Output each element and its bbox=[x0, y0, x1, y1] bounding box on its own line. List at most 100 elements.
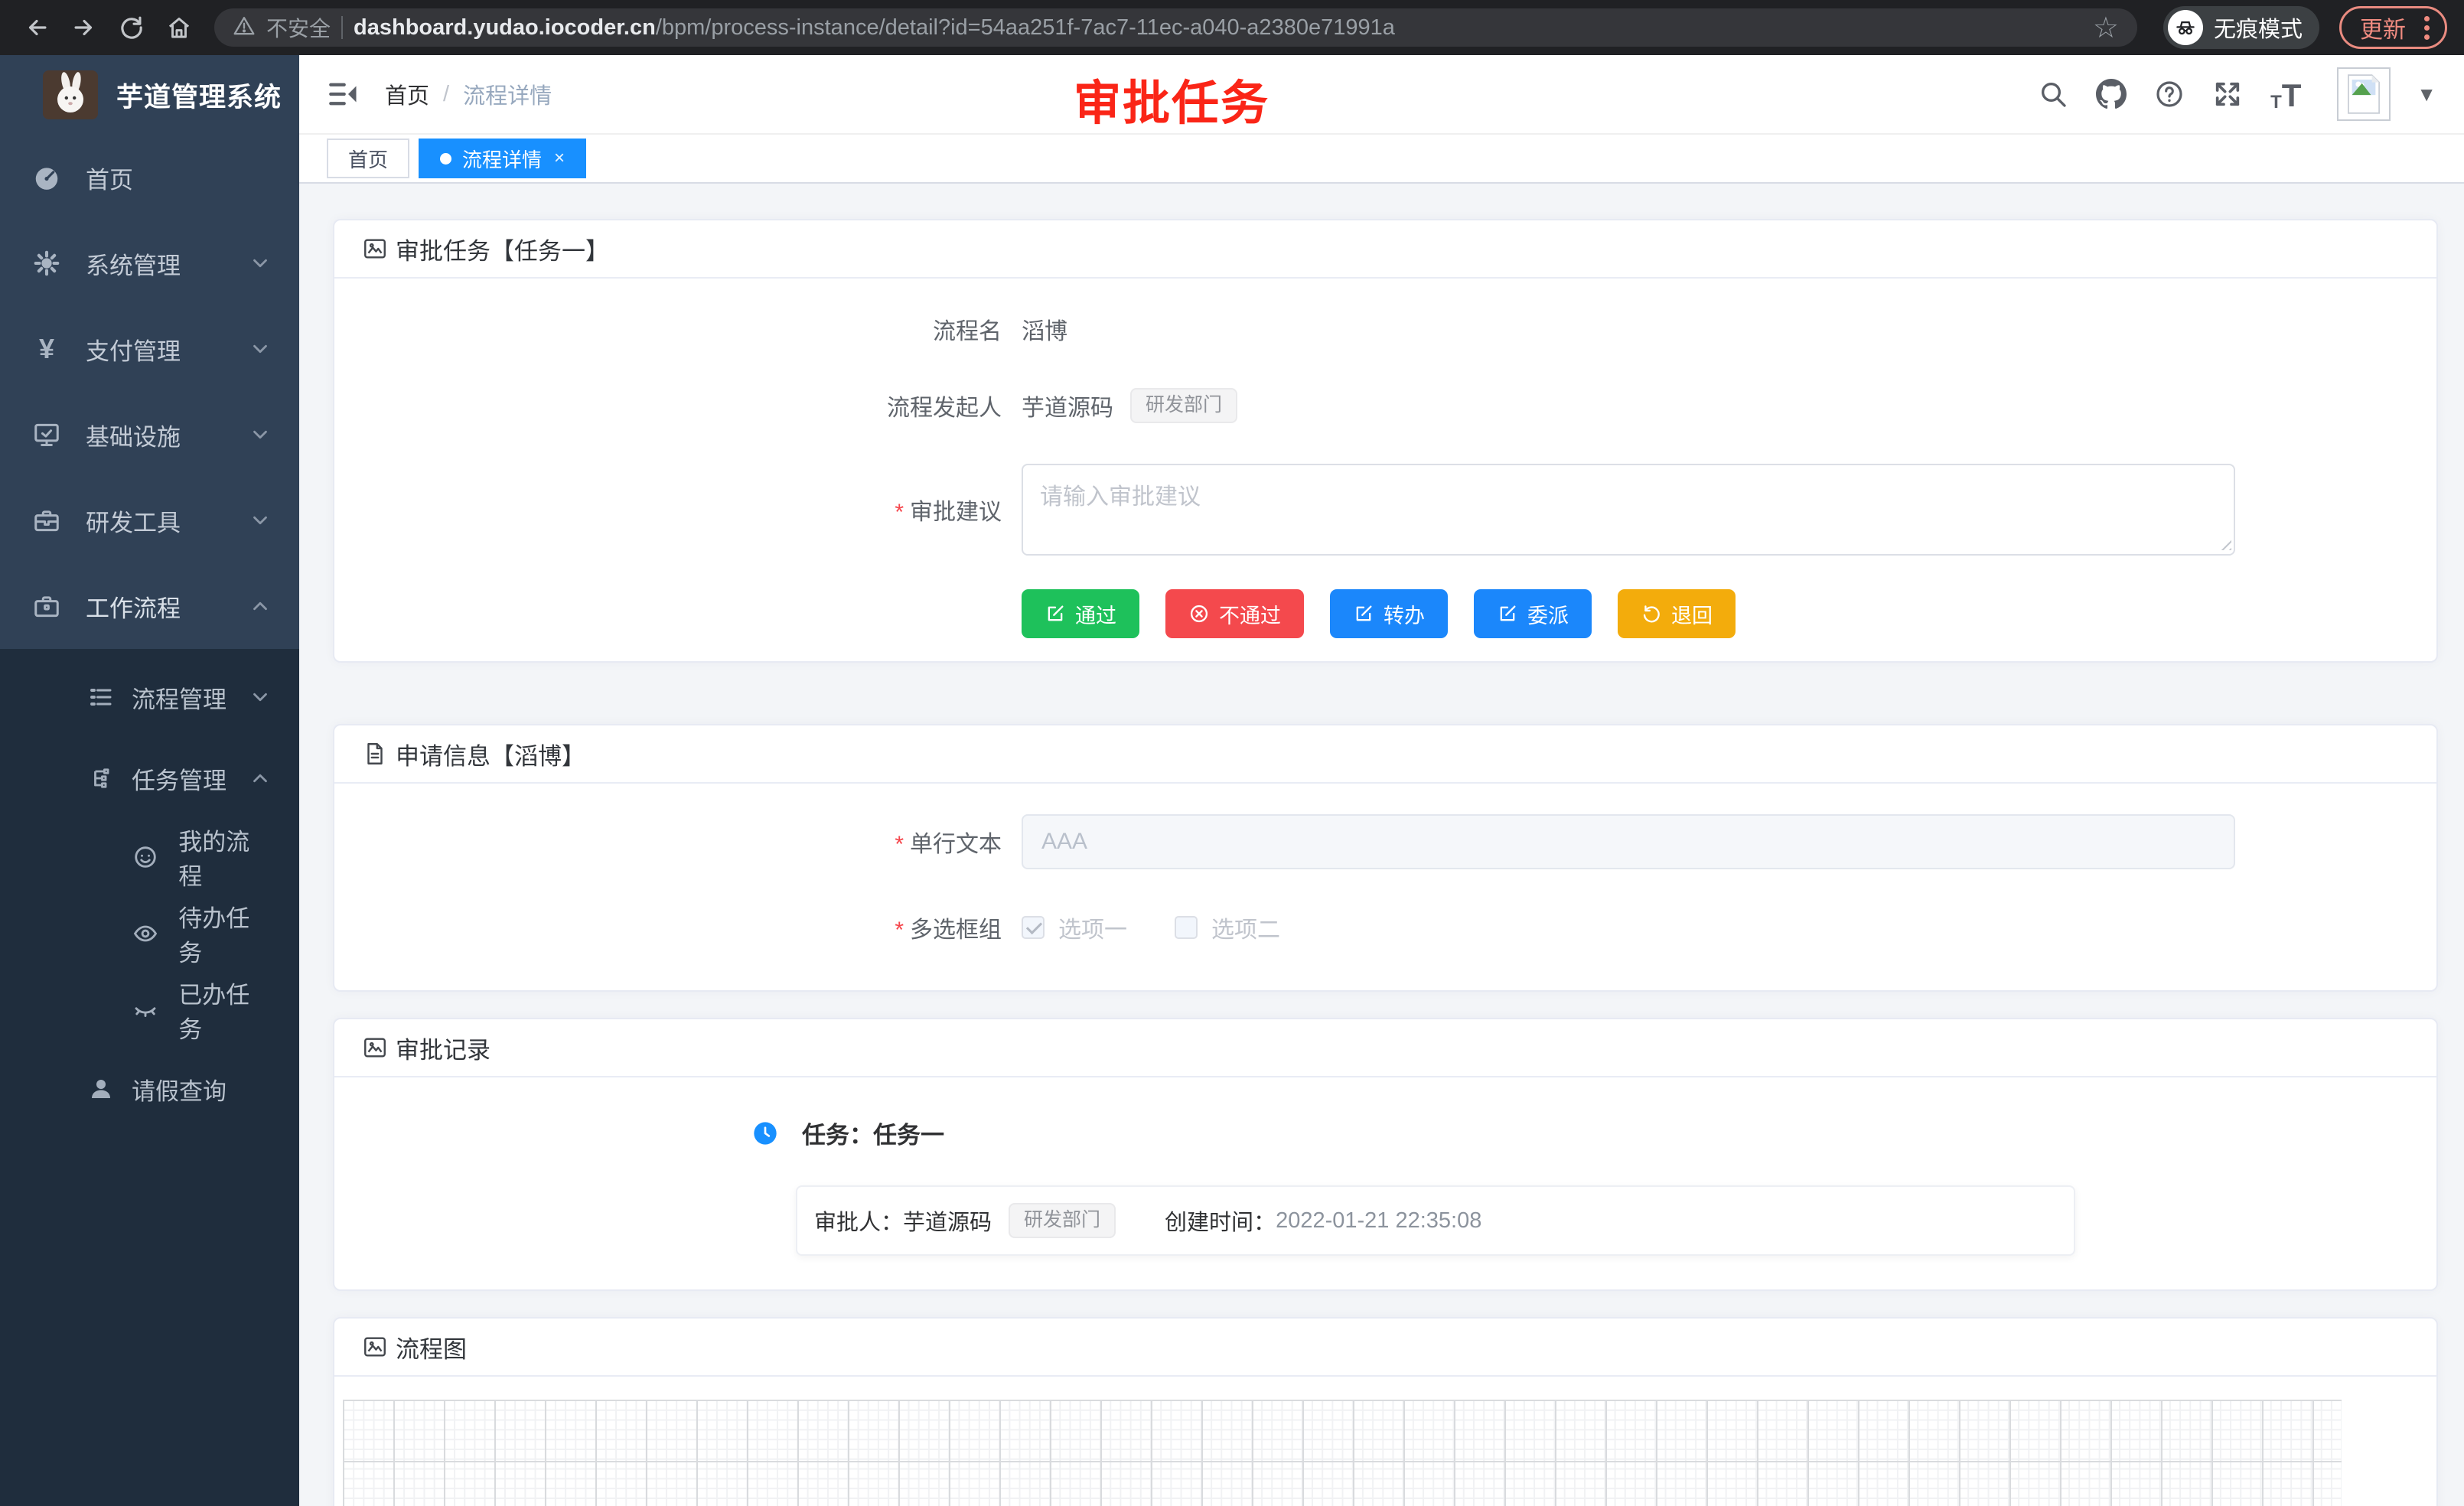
browser-home-icon[interactable] bbox=[159, 8, 199, 47]
app-title: 芋道管理系统 bbox=[116, 76, 282, 115]
briefcase-icon bbox=[31, 590, 63, 622]
required-asterisk: * bbox=[895, 832, 904, 857]
sidebar-item-infra[interactable]: 基础设施 bbox=[0, 392, 299, 478]
subtree-icon bbox=[86, 763, 116, 794]
incognito-icon bbox=[2168, 10, 2203, 45]
sidebar-item-devtools[interactable]: 研发工具 bbox=[0, 478, 299, 563]
chevron-down-icon bbox=[249, 686, 272, 709]
browser-back-icon[interactable] bbox=[17, 8, 57, 47]
sidebar-item-task-management[interactable]: 任务管理 bbox=[0, 738, 299, 819]
approval-task-card-header: 审批任务【任务一】 bbox=[334, 220, 2436, 279]
active-tab-dot bbox=[440, 153, 451, 165]
initiator-value: 芋道源码 bbox=[1022, 389, 1113, 422]
undo-icon bbox=[1641, 603, 1662, 624]
chevron-up-icon bbox=[249, 767, 272, 790]
breadcrumb-current: 流程详情 bbox=[463, 78, 552, 110]
circle-close-icon bbox=[1188, 603, 1210, 624]
process-diagram-card-header: 流程图 bbox=[334, 1319, 2436, 1377]
create-time-label: 创建时间： bbox=[1165, 1204, 1276, 1237]
checkbox-group-label: *多选框组 bbox=[334, 911, 1022, 944]
sidebar-item-todo-tasks[interactable]: 待办任务 bbox=[0, 895, 299, 972]
document-icon bbox=[362, 741, 388, 767]
sidebar-item-home[interactable]: 首页 bbox=[0, 135, 299, 220]
url-divider bbox=[341, 16, 343, 39]
github-icon[interactable] bbox=[2094, 77, 2129, 112]
browser-forward-icon[interactable] bbox=[64, 8, 104, 47]
list-icon bbox=[86, 682, 116, 712]
apply-info-card: 申请信息【滔博】 *单行文本 *多选框组 选项一 bbox=[333, 724, 2438, 992]
initiator-dept-tag: 研发部门 bbox=[1130, 388, 1237, 423]
apply-card-title: 申请信息【滔博】 bbox=[396, 737, 585, 771]
transfer-button[interactable]: 转办 bbox=[1330, 589, 1448, 638]
browser-update-button[interactable]: 更新 bbox=[2339, 6, 2447, 49]
approval-record-card-header: 审批记录 bbox=[334, 1019, 2436, 1077]
avatar-dropdown-caret-icon[interactable]: ▼ bbox=[2417, 83, 2436, 106]
edit-icon bbox=[1353, 603, 1374, 624]
single-line-text-label: *单行文本 bbox=[334, 825, 1022, 859]
app-logo-row[interactable]: 芋道管理系统 bbox=[0, 55, 299, 135]
timeline-clock-icon bbox=[753, 1121, 777, 1146]
sidebar-item-workflow[interactable]: 工作流程 bbox=[0, 563, 299, 649]
sidebar-item-my-process[interactable]: 我的流程 bbox=[0, 819, 299, 895]
toolbox-icon bbox=[31, 504, 63, 536]
picture-icon bbox=[362, 1035, 388, 1061]
incognito-label: 无痕模式 bbox=[2214, 11, 2303, 44]
app-logo-image bbox=[43, 70, 98, 119]
sidebar-item-process-management[interactable]: 流程管理 bbox=[0, 657, 299, 738]
required-asterisk: * bbox=[895, 918, 904, 943]
browser-reload-icon[interactable] bbox=[112, 8, 152, 47]
approver-dept-tag: 研发部门 bbox=[1009, 1203, 1116, 1238]
sidebar-collapse-icon[interactable] bbox=[327, 78, 359, 110]
monitor-icon bbox=[31, 419, 63, 451]
chevron-down-icon bbox=[249, 252, 272, 275]
tab-process-detail[interactable]: 流程详情 × bbox=[419, 139, 586, 178]
suggestion-label: *审批建议 bbox=[334, 493, 1022, 526]
tab-close-icon[interactable]: × bbox=[554, 148, 565, 169]
edit-icon bbox=[1497, 603, 1518, 624]
delegate-button[interactable]: 委派 bbox=[1474, 589, 1592, 638]
avatar[interactable] bbox=[2337, 67, 2391, 121]
sidebar-item-leave-query[interactable]: 请假查询 bbox=[0, 1048, 299, 1130]
breadcrumb-home[interactable]: 首页 bbox=[385, 78, 429, 110]
search-icon[interactable] bbox=[2035, 77, 2071, 112]
apply-info-card-header: 申请信息【滔博】 bbox=[334, 725, 2436, 784]
sidebar-item-done-tasks[interactable]: 已办任务 bbox=[0, 972, 299, 1048]
approver-label: 审批人： bbox=[814, 1204, 903, 1237]
browser-chrome: 不安全 dashboard.yudao.iocoder.cn/bpm/proce… bbox=[0, 0, 2464, 55]
process-diagram-card: 流程图 bbox=[333, 1317, 2438, 1506]
approval-record-card: 审批记录 任务：任务一 审批人： 芋道源码 研发部门 创建时间： bbox=[333, 1018, 2438, 1291]
sidebar-item-system[interactable]: 系统管理 bbox=[0, 220, 299, 306]
approval-card-title: 审批任务【任务一】 bbox=[396, 232, 609, 266]
timeline: 任务：任务一 审批人： 芋道源码 研发部门 创建时间： 2022-01-21 2… bbox=[334, 1077, 2436, 1289]
sidebar-item-payment[interactable]: ¥ 支付管理 bbox=[0, 306, 299, 392]
timeline-task-title: 任务：任务一 bbox=[802, 1116, 944, 1150]
currency-yen-icon: ¥ bbox=[31, 333, 63, 365]
record-card-title: 审批记录 bbox=[396, 1031, 491, 1065]
picture-icon bbox=[362, 1334, 388, 1360]
user-icon bbox=[86, 1074, 116, 1104]
browser-menu-icon[interactable] bbox=[2420, 11, 2434, 44]
font-size-icon[interactable]: TT bbox=[2268, 77, 2303, 112]
fullscreen-icon[interactable] bbox=[2210, 77, 2245, 112]
required-asterisk: * bbox=[895, 500, 904, 525]
eye-closed-icon bbox=[130, 995, 160, 1025]
chevron-down-icon bbox=[249, 509, 272, 532]
page-content: 审批任务【任务一】 流程名 滔博 流程发起人 芋道源码 研发部门 *审批建议 bbox=[299, 184, 2464, 1506]
diagram-card-title: 流程图 bbox=[396, 1330, 467, 1364]
bpmn-canvas[interactable] bbox=[343, 1400, 2342, 1506]
bookmark-star-icon[interactable]: ☆ bbox=[2093, 11, 2119, 45]
breadcrumb-separator: / bbox=[443, 82, 449, 107]
create-time-value: 2022-01-21 22:35:08 bbox=[1276, 1208, 1481, 1234]
return-button[interactable]: 退回 bbox=[1618, 589, 1736, 638]
approve-button[interactable]: 通过 bbox=[1022, 589, 1139, 638]
face-icon bbox=[130, 842, 160, 872]
url-text[interactable]: dashboard.yudao.iocoder.cn/bpm/process-i… bbox=[354, 15, 2076, 41]
suggestion-textarea[interactable] bbox=[1022, 464, 2235, 556]
address-bar[interactable]: 不安全 dashboard.yudao.iocoder.cn/bpm/proce… bbox=[214, 8, 2137, 47]
record-item-card: 审批人： 芋道源码 研发部门 创建时间： 2022-01-21 22:35:08 bbox=[796, 1185, 2075, 1256]
not-secure-warning-icon[interactable] bbox=[233, 15, 256, 41]
help-icon[interactable] bbox=[2152, 77, 2187, 112]
gear-icon bbox=[31, 247, 63, 279]
tab-home[interactable]: 首页 bbox=[327, 139, 409, 178]
reject-button[interactable]: 不通过 bbox=[1165, 589, 1304, 638]
